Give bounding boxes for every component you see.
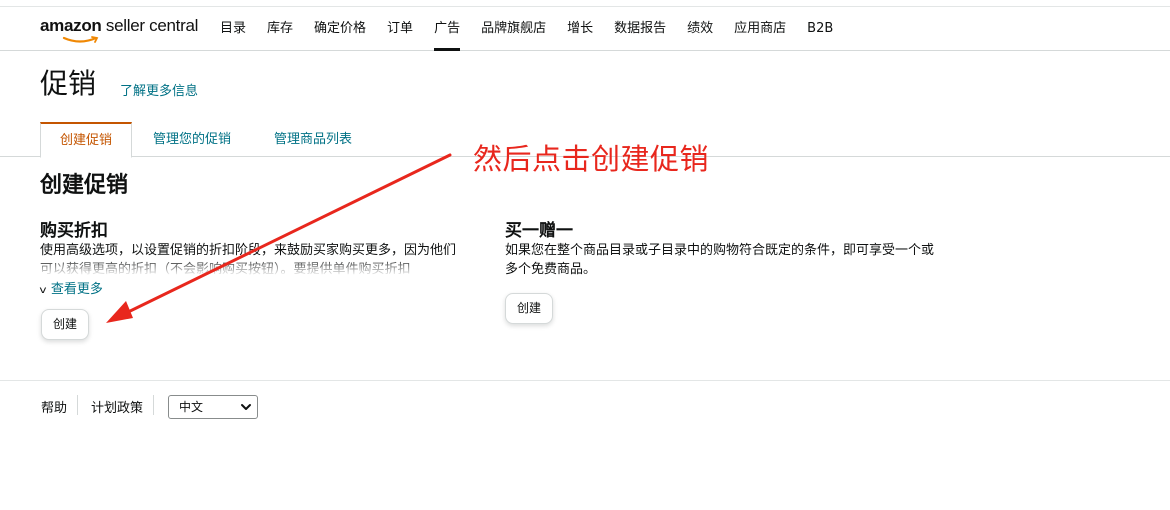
tab-create-promotion[interactable]: 创建促销: [40, 122, 133, 158]
chevron-down-icon: v: [39, 285, 47, 296]
create-bogo-button[interactable]: 创建: [505, 293, 554, 324]
card-description: 如果您在整个商品目录或子目录中的购物符合既定的条件，即可享受一个或多个免费商品。: [505, 243, 935, 277]
main-menu: 目录 库存 确定价格 订单 广告 品牌旗舰店 增长 数据报告 绩效 应用商店 B…: [220, 7, 854, 51]
card-description: 使用高级选项，以设置促销的折扣阶段，来鼓励买家购买更多，因为他们可以获得更高的折…: [40, 241, 465, 275]
chevron-down-icon: [241, 404, 251, 410]
section-title: 创建促销: [40, 173, 129, 198]
nav-item-inventory[interactable]: 库存: [267, 7, 293, 51]
tab-manage-promotions[interactable]: 管理您的促销: [134, 122, 250, 157]
language-select-value: 中文: [179, 400, 204, 414]
footer-policy-link[interactable]: 计划政策: [91, 397, 143, 416]
see-more-label: 查看更多: [50, 282, 103, 297]
see-more-link[interactable]: v 查看更多: [39, 278, 103, 297]
footer-separator: [77, 395, 78, 415]
nav-item-performance[interactable]: 绩效: [687, 7, 713, 51]
footer-separator: [153, 395, 154, 415]
nav-item-pricing[interactable]: 确定价格: [314, 7, 366, 51]
tab-manage-product-lists[interactable]: 管理商品列表: [255, 122, 371, 157]
nav-item-catalog[interactable]: 目录: [220, 7, 246, 51]
nav-item-reports[interactable]: 数据报告: [614, 7, 666, 51]
top-navigation-bar: amazon seller central 目录 库存 确定价格 订单 广告 品…: [0, 6, 1170, 51]
nav-item-b2b[interactable]: B2B: [807, 7, 833, 51]
annotation-text: 然后点击创建促销: [473, 142, 710, 176]
logo-suffix-text: seller central: [101, 16, 199, 35]
nav-item-stores[interactable]: 品牌旗舰店: [481, 7, 546, 51]
card-title: 买一赠一: [505, 221, 573, 241]
card-title: 购买折扣: [40, 221, 108, 241]
nav-item-appstore[interactable]: 应用商店: [734, 7, 786, 51]
nav-item-orders[interactable]: 订单: [387, 7, 413, 51]
nav-item-advertising[interactable]: 广告: [434, 7, 461, 51]
create-buy-discount-button[interactable]: 创建: [41, 309, 90, 340]
learn-more-link[interactable]: 了解更多信息: [120, 80, 198, 99]
footer-divider: [0, 380, 1170, 381]
amazon-seller-central-logo[interactable]: amazon seller central: [40, 16, 198, 46]
language-select[interactable]: 中文: [168, 395, 258, 419]
nav-item-growth[interactable]: 增长: [567, 7, 593, 51]
footer-help-link[interactable]: 帮助: [41, 397, 67, 416]
amazon-smile-icon: [62, 36, 99, 43]
page-title: 促销: [40, 67, 97, 100]
logo-brand-text: amazon: [40, 16, 102, 35]
